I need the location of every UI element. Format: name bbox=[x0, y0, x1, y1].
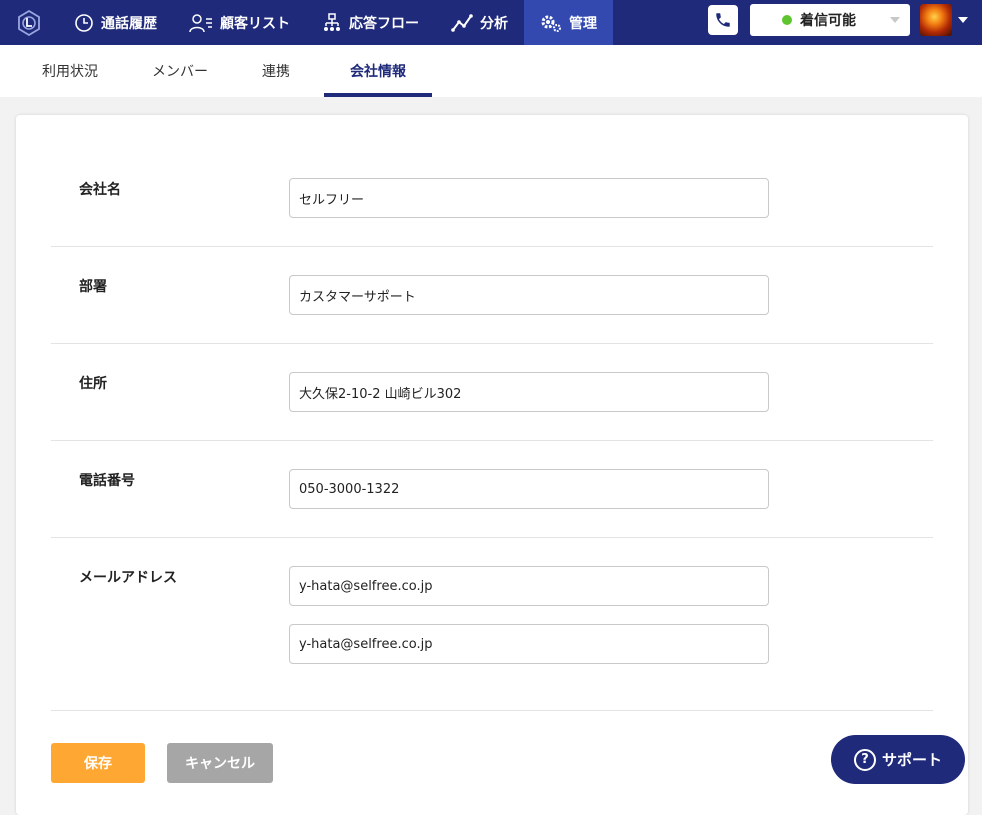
nav-item-label: 通話履歴 bbox=[101, 15, 157, 32]
clock-icon bbox=[75, 13, 93, 32]
customer-list-icon bbox=[189, 13, 212, 32]
topbar-actions: 着信可能 bbox=[708, 4, 968, 36]
nav-item-response-flow[interactable]: 応答フロー bbox=[306, 0, 435, 45]
phone-icon bbox=[716, 13, 730, 27]
tab-usage[interactable]: 利用状況 bbox=[22, 45, 118, 97]
tab-members[interactable]: メンバー bbox=[132, 45, 228, 97]
address-label: 住所 bbox=[79, 376, 107, 392]
phone-button[interactable] bbox=[708, 5, 738, 35]
email-input-2[interactable] bbox=[289, 624, 769, 664]
form-row-phone: 電話番号 bbox=[51, 441, 933, 538]
department-label: 部署 bbox=[79, 279, 107, 295]
availability-status-select[interactable]: 着信可能 bbox=[750, 4, 910, 36]
support-button[interactable]: ? サポート bbox=[831, 735, 965, 784]
cancel-button[interactable]: キャンセル bbox=[167, 743, 273, 783]
tab-integrations[interactable]: 連携 bbox=[242, 45, 310, 97]
question-circle-icon: ? bbox=[853, 748, 876, 771]
email-label: メールアドレス bbox=[79, 570, 177, 586]
nav-item-admin[interactable]: 管理 bbox=[524, 0, 613, 45]
flow-icon bbox=[324, 12, 340, 31]
nav-item-label: 応答フロー bbox=[349, 15, 419, 32]
phone-label: 電話番号 bbox=[79, 473, 135, 489]
company-name-label: 会社名 bbox=[79, 182, 121, 198]
top-navigation: 通話履歴 顧客リスト 応答フロー 分析 管理 着信可能 bbox=[0, 0, 982, 45]
support-label: サポート bbox=[881, 751, 942, 769]
department-input[interactable] bbox=[289, 275, 769, 315]
nav-item-call-history[interactable]: 通話履歴 bbox=[58, 0, 173, 45]
app-logo-icon[interactable] bbox=[0, 0, 58, 45]
user-avatar[interactable] bbox=[920, 4, 952, 36]
status-dot bbox=[782, 15, 792, 25]
form-row-department: 部署 bbox=[51, 247, 933, 344]
nav-item-customer-list[interactable]: 顧客リスト bbox=[173, 0, 306, 45]
tab-company-info[interactable]: 会社情報 bbox=[324, 45, 432, 97]
form-row-email: メールアドレス bbox=[51, 538, 933, 711]
gear-icon bbox=[541, 15, 561, 32]
address-input[interactable] bbox=[289, 372, 769, 412]
chevron-down-icon bbox=[890, 17, 900, 23]
form-row-company-name: 会社名 bbox=[51, 150, 933, 247]
nav-item-label: 顧客リスト bbox=[220, 15, 290, 32]
chart-line-icon bbox=[451, 13, 473, 32]
nav-item-label: 管理 bbox=[569, 15, 597, 32]
admin-subtabs: 利用状況 メンバー 連携 会社情報 bbox=[0, 45, 982, 97]
form-row-address: 住所 bbox=[51, 344, 933, 441]
status-label: 着信可能 bbox=[800, 13, 856, 29]
company-info-card: 会社名 部署 住所 電話番号 メールアドレス 保存 キャンセル bbox=[16, 115, 968, 815]
caret-down-icon[interactable] bbox=[958, 17, 968, 23]
save-button[interactable]: 保存 bbox=[51, 743, 145, 783]
nav-item-label: 分析 bbox=[480, 15, 508, 32]
phone-input[interactable] bbox=[289, 469, 769, 509]
company-name-input[interactable] bbox=[289, 178, 769, 218]
nav-item-analytics[interactable]: 分析 bbox=[435, 0, 524, 45]
email-input-1[interactable] bbox=[289, 566, 769, 606]
